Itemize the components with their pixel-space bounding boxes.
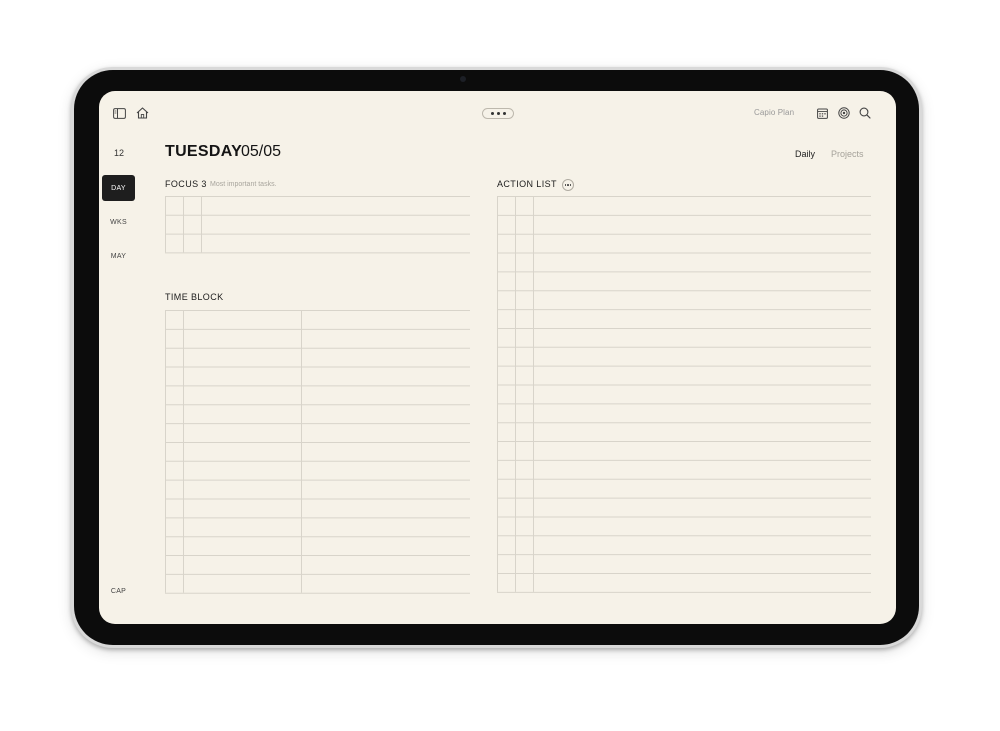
search-icon[interactable] [859,107,871,119]
sidebar-item-month[interactable]: MAY [102,243,135,269]
page-title-date: 05/05 [241,143,282,160]
sidebar-month-number[interactable]: 12 [99,148,139,158]
sidebar-toggle-icon[interactable] [113,108,126,119]
focus-task-grid[interactable] [165,196,470,254]
sidebar-item-weeks[interactable]: WKS [102,209,135,235]
planner-screen: Capio Plan 12 DAY WKS MAY CAP TUESDAY 05… [99,91,896,624]
action-list-more-icon[interactable] [562,179,574,191]
sidebar-item-cap[interactable]: CAP [102,578,135,604]
action-list-grid[interactable] [497,196,871,593]
page-title-weekday: TUESDAY [165,143,243,160]
time-block-grid[interactable] [165,310,470,594]
target-icon[interactable] [838,107,850,119]
more-dots-icon[interactable] [482,108,514,119]
sidebar-item-day[interactable]: DAY [102,175,135,201]
tab-daily[interactable]: Daily [795,149,815,159]
front-camera [460,76,466,82]
focus-subtitle: Most important tasks. [210,181,277,188]
tab-projects[interactable]: Projects [831,149,864,159]
calendar-icon[interactable] [817,108,828,119]
action-list-title: ACTION LIST [497,179,557,189]
focus-title: FOCUS 3 [165,179,207,189]
app-name-label[interactable]: Capio Plan [754,108,794,117]
time-block-title: TIME BLOCK [165,292,224,302]
home-icon[interactable] [136,107,149,119]
